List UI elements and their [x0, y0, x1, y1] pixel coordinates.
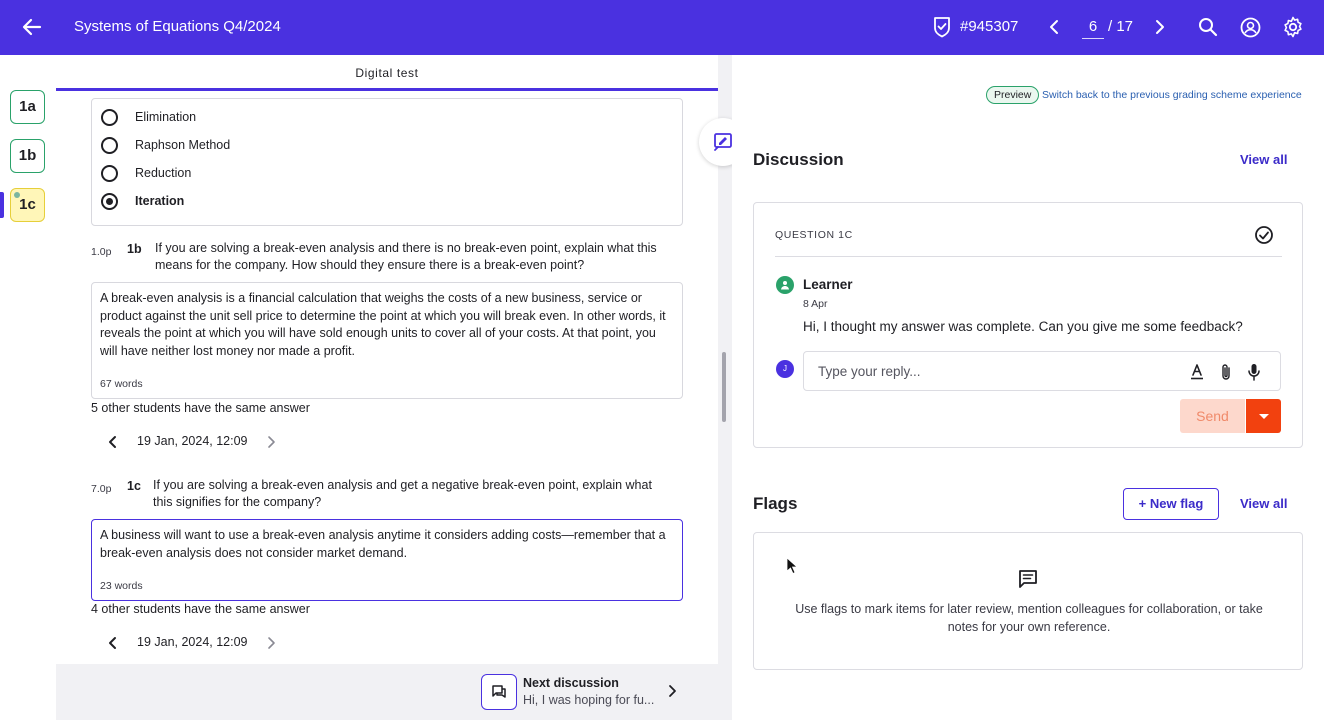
same-answer-link[interactable]: 4 other students have the same answer [91, 602, 310, 616]
answer-box[interactable]: A break-even analysis is a financial cal… [91, 282, 683, 399]
active-indicator [0, 192, 4, 218]
chevron-left-icon[interactable] [1046, 18, 1062, 36]
discussion-panel: Preview Switch back to the previous grad… [732, 55, 1324, 720]
new-flag-button[interactable]: + New flag [1123, 488, 1219, 520]
chevron-right-icon[interactable] [1152, 18, 1168, 36]
avatar: J [776, 360, 794, 378]
mouse-cursor-icon [786, 557, 798, 575]
flags-heading: Flags [753, 494, 798, 513]
annotate-icon [714, 133, 732, 151]
submission-date: 19 Jan, 2024, 12:09 [137, 434, 248, 448]
option-label: Elimination [135, 110, 197, 124]
question-number: 1c [127, 479, 141, 493]
answer-text: A break-even analysis is a financial cal… [100, 291, 666, 358]
scrollbar[interactable] [722, 352, 726, 422]
discussion-icon-box [481, 674, 517, 710]
back-arrow-icon[interactable] [20, 15, 44, 39]
same-answer-link[interactable]: 5 other students have the same answer [91, 401, 310, 415]
chevron-right-icon[interactable] [265, 435, 277, 449]
next-discussion-button[interactable]: Next discussion Hi, I was hoping for fu.… [481, 674, 691, 714]
resolve-check-icon[interactable] [1254, 225, 1274, 245]
chevron-left-icon[interactable] [107, 435, 119, 449]
radio-button[interactable] [101, 109, 118, 126]
option-label: Iteration [135, 194, 185, 208]
radio-button[interactable] [101, 137, 118, 154]
send-button[interactable]: Send [1180, 399, 1245, 433]
answer-box[interactable]: A business will want to use a break-even… [91, 519, 683, 601]
next-discussion-title: Next discussion [523, 676, 619, 690]
question-text: If you are solving a break-even analysis… [153, 478, 652, 509]
chevron-right-icon[interactable] [265, 636, 277, 650]
question-points: 7.0p [91, 483, 112, 495]
attach-icon[interactable] [1219, 363, 1233, 381]
radio-button-selected[interactable] [101, 193, 118, 210]
page-total: / 17 [1108, 18, 1134, 35]
question-text: If you are solving a break-even analysis… [155, 241, 657, 272]
discussion-card: QUESTION 1C Learner 8 Apr Hi, I thought … [753, 202, 1303, 448]
page-title: Systems of Equations Q4/2024 [74, 18, 281, 35]
question-number: 1b [127, 242, 142, 256]
option-label: Reduction [135, 166, 192, 180]
reply-input[interactable]: Type your reply... [803, 351, 1281, 391]
choice-options: Elimination Raphson Method Reduction Ite… [91, 98, 683, 226]
search-icon[interactable] [1198, 17, 1218, 37]
comment-date: 8 Apr [803, 298, 828, 310]
top-bar: Systems of Equations Q4/2024 #945307 6/ … [0, 0, 1324, 55]
question-label: QUESTION 1C [775, 229, 853, 241]
flags-view-all-link[interactable]: View all [1240, 496, 1287, 511]
shield-check-icon [934, 17, 950, 38]
status-dot [14, 192, 20, 198]
test-panel: Digital test Elimination Raphson Method … [56, 55, 718, 664]
date-navigator: 19 Jan, 2024, 12:09 [107, 432, 307, 452]
question-tab-1c[interactable]: 1c [10, 188, 45, 222]
person-icon [781, 281, 789, 290]
comment-icon [1019, 570, 1037, 588]
comment-text: Hi, I thought my answer was complete. Ca… [803, 319, 1243, 334]
reply-placeholder: Type your reply... [818, 364, 921, 379]
tab-digital-test[interactable]: Digital test [56, 55, 718, 91]
radio-button[interactable] [101, 165, 118, 182]
question-tab-1a[interactable]: 1a [10, 90, 45, 124]
submission-date: 19 Jan, 2024, 12:09 [137, 635, 248, 649]
send-options-dropdown[interactable] [1246, 399, 1281, 433]
answer-text: A business will want to use a break-even… [100, 528, 666, 560]
gear-icon[interactable] [1282, 16, 1304, 38]
preview-badge: Preview [986, 86, 1040, 104]
discussion-heading: Discussion [753, 150, 844, 169]
account-icon[interactable] [1240, 17, 1261, 38]
pager: 6/ 17 [1082, 18, 1133, 39]
chat-icon [492, 685, 506, 698]
question-tab-label: 1c [19, 196, 36, 213]
microphone-icon[interactable] [1247, 363, 1261, 381]
switch-experience-link[interactable]: Switch back to the previous grading sche… [1042, 89, 1302, 101]
comment-author: Learner [803, 277, 853, 292]
discussion-view-all-link[interactable]: View all [1240, 152, 1287, 167]
flags-empty-card: Use flags to mark items for later review… [753, 532, 1303, 670]
avatar [776, 276, 794, 294]
chevron-right-icon [669, 685, 676, 697]
question-points: 1.0p [91, 246, 112, 258]
next-discussion-preview: Hi, I was hoping for fu... [523, 693, 655, 707]
date-navigator: 19 Jan, 2024, 12:09 [107, 633, 307, 653]
question-rail: 1a 1b 1c [0, 55, 56, 720]
chevron-left-icon[interactable] [107, 636, 119, 650]
text-format-icon[interactable] [1190, 364, 1204, 380]
divider [775, 256, 1282, 257]
option-label: Raphson Method [135, 138, 231, 152]
page-input[interactable]: 6 [1082, 18, 1104, 39]
ticket-id: #945307 [960, 18, 1019, 35]
word-count: 23 words [100, 580, 143, 592]
question-tab-1b[interactable]: 1b [10, 139, 45, 173]
word-count: 67 words [100, 378, 143, 390]
flags-empty-text: Use flags to mark items for later review… [795, 602, 1263, 634]
